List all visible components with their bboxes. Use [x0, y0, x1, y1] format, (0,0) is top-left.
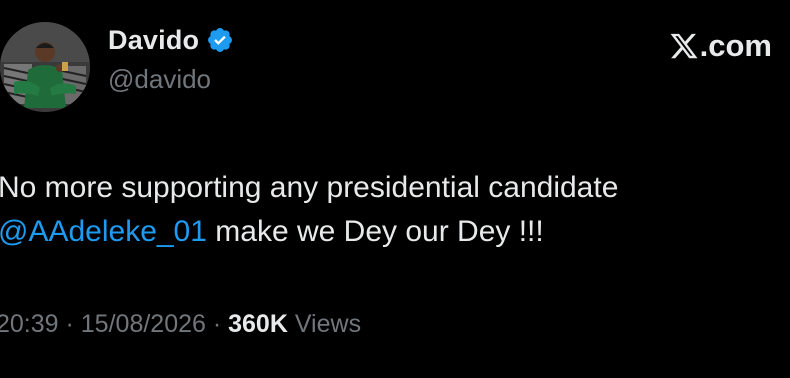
avatar-image — [0, 22, 90, 112]
x-logo-icon — [669, 31, 699, 61]
meta-separator: · — [58, 310, 81, 338]
avatar[interactable] — [0, 22, 90, 112]
tweet-meta: 20:39 · 15/08/2026 · 360K Views — [0, 310, 361, 339]
tweet-text-line-2: @AAdeleke_01 make we Dey our Dey !!! — [0, 210, 618, 254]
mention-link[interactable]: @AAdeleke_01 — [0, 215, 207, 248]
views-label: Views — [287, 310, 362, 338]
author-display-name[interactable]: Davido — [108, 25, 199, 56]
x-com-domain-suffix: .com — [699, 28, 772, 63]
tweet-text-line-2-rest: make we Dey our Dey !!! — [206, 215, 544, 248]
tweet-text-line-1: No more supporting any presidential cand… — [0, 171, 619, 204]
verified-badge-icon — [206, 26, 234, 54]
tweet-card: Davido @davido .com No more supporting a… — [0, 0, 790, 378]
x-com-brand: .com — [669, 28, 772, 64]
views-count[interactable]: 360K — [228, 310, 288, 338]
author-name-row: Davido — [108, 22, 234, 58]
tweet-date[interactable]: 15/08/2026 — [81, 310, 206, 338]
tweet-time[interactable]: 20:39 — [0, 310, 59, 338]
tweet-text: No more supporting any presidential cand… — [0, 166, 618, 254]
meta-separator: · — [205, 310, 229, 338]
author-handle[interactable]: @davido — [108, 64, 211, 95]
